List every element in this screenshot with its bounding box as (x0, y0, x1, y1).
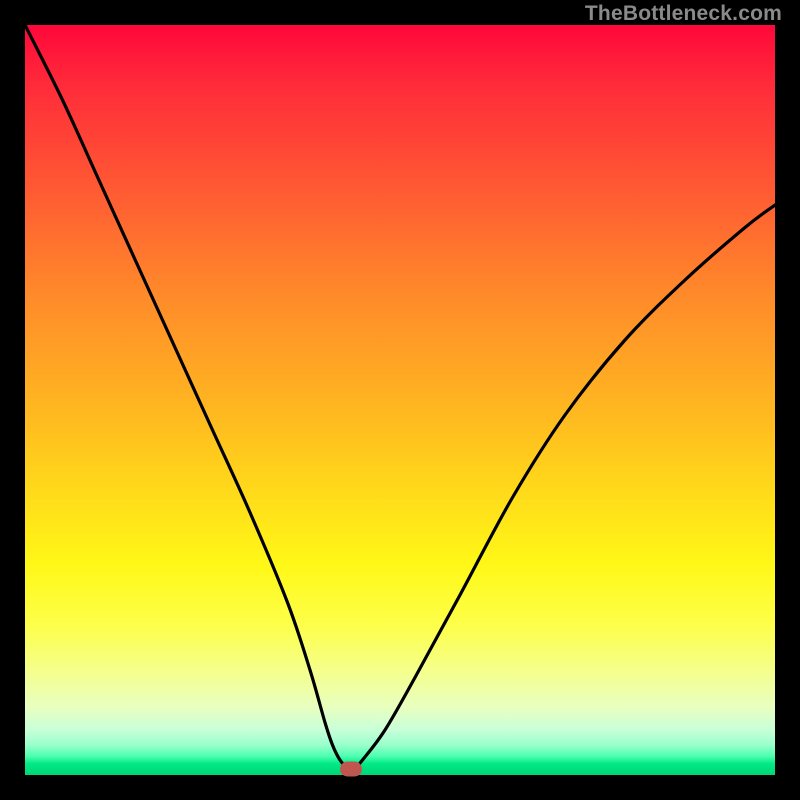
bottleneck-curve (25, 25, 775, 775)
bottleneck-marker (340, 762, 362, 777)
watermark-text: TheBottleneck.com (585, 2, 782, 26)
chart-frame: TheBottleneck.com (0, 0, 800, 800)
plot-area (25, 25, 775, 775)
